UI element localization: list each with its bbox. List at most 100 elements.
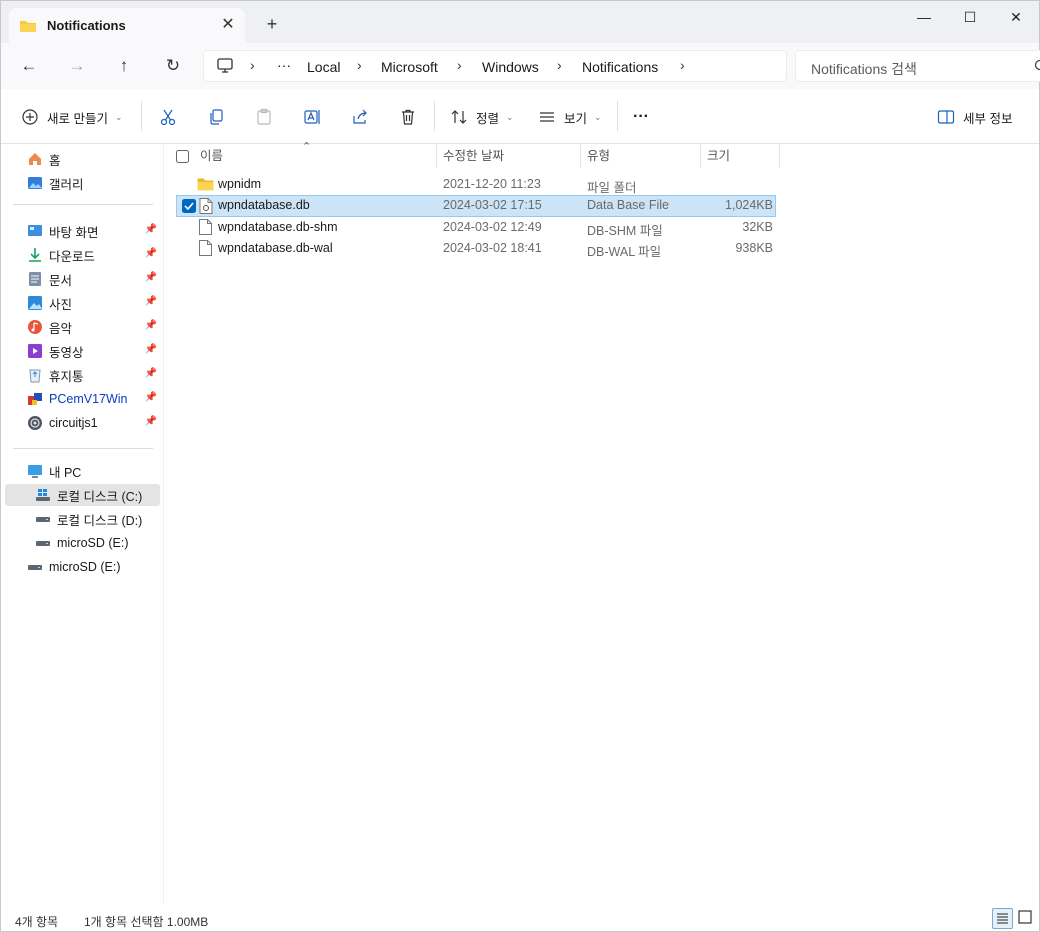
file-icon [199, 219, 212, 238]
pin-icon[interactable]: 📌 [145, 344, 157, 355]
sidebar-item-label: 문서 [49, 273, 73, 288]
toolbar-divider [141, 101, 142, 131]
breadcrumb-microsoft[interactable]: Microsoft [381, 59, 438, 75]
column-header-date[interactable]: 수정한 날짜 [437, 144, 580, 168]
forward-button[interactable]: → [65, 55, 89, 77]
view-button[interactable]: 보기 ⌄ [538, 106, 602, 128]
pin-icon[interactable]: 📌 [145, 272, 157, 283]
delete-button[interactable] [399, 106, 425, 128]
file-row-wpndatabase-db-wal[interactable]: wpndatabase.db-wal 2024-03-02 18:41 DB-W… [176, 238, 776, 259]
column-divider[interactable] [779, 144, 780, 168]
file-type: 파일 폴더 [587, 181, 637, 195]
new-tab-button[interactable]: + [263, 15, 281, 33]
file-name: wpndatabase.db-wal [218, 241, 333, 255]
tab-close-icon[interactable]: ✕ [219, 16, 237, 34]
pin-icon[interactable]: 📌 [145, 224, 157, 235]
file-size: 32KB [742, 220, 773, 234]
sort-button[interactable]: 정렬 ⌄ [450, 106, 514, 128]
sidebar-item-drive-d[interactable]: 로컬 디스크 (D:) [5, 508, 160, 530]
toolbar-divider [617, 101, 618, 131]
address-bar[interactable]: › ··· Local › Microsoft › Windows › Noti… [203, 50, 787, 82]
rename-button[interactable] [303, 106, 329, 128]
sidebar-item-videos[interactable]: 동영상 📌 [5, 340, 160, 362]
minimize-button[interactable]: — [901, 5, 947, 29]
home-icon [27, 151, 43, 167]
select-all-checkbox[interactable] [176, 150, 189, 166]
new-button-label: 새로 만들기 [47, 111, 108, 126]
sidebar-item-music[interactable]: 음악 📌 [5, 316, 160, 338]
details-view-button[interactable] [992, 908, 1013, 929]
sidebar-item-label: microSD (E:) [57, 536, 129, 550]
sidebar-item-microsd-e-root[interactable]: microSD (E:) [5, 556, 160, 578]
sidebar-item-home[interactable]: 홈 [5, 148, 160, 170]
sidebar-item-pcemv17win[interactable]: PCemV17Win 📌 [5, 388, 160, 410]
sidebar-item-drive-c[interactable]: 로컬 디스크 (C:) [5, 484, 160, 506]
chevron-down-icon: ⌄ [506, 111, 514, 122]
file-icon [199, 240, 212, 259]
sidebar-item-label: 로컬 디스크 (D:) [57, 513, 143, 528]
paste-button[interactable] [255, 106, 281, 128]
sidebar-item-documents[interactable]: 문서 📌 [5, 268, 160, 290]
sidebar-item-downloads[interactable]: 다운로드 📌 [5, 244, 160, 266]
chevron-right-icon: › [557, 57, 562, 73]
file-type: DB-SHM 파일 [587, 224, 663, 238]
breadcrumb-overflow[interactable]: ··· [277, 57, 291, 73]
sidebar-item-circuitjs1[interactable]: circuitjs1 📌 [5, 412, 160, 434]
refresh-button[interactable]: ↻ [161, 55, 185, 77]
maximize-button[interactable]: ☐ [947, 5, 993, 29]
breadcrumb-notifications[interactable]: Notifications [582, 59, 658, 75]
drive-c-icon [35, 487, 51, 503]
chevron-right-icon: › [457, 57, 462, 73]
details-pane-label: 세부 정보 [963, 111, 1013, 126]
sidebar-item-microsd-e[interactable]: microSD (E:) [5, 532, 160, 554]
toolbar-divider [434, 101, 435, 131]
sidebar-item-desktop[interactable]: 바탕 화면 📌 [5, 220, 160, 242]
search-input[interactable]: Notifications 검색 [811, 59, 917, 79]
sidebar-item-pictures[interactable]: 사진 📌 [5, 292, 160, 314]
row-checkbox-checked[interactable] [182, 199, 196, 216]
copy-button[interactable] [207, 106, 233, 128]
file-row-wpndatabase-db-shm[interactable]: wpndatabase.db-shm 2024-03-02 12:49 DB-S… [176, 217, 776, 238]
close-button[interactable]: ✕ [993, 5, 1039, 29]
sidebar-item-recycle-bin[interactable]: 휴지통 📌 [5, 364, 160, 386]
pcem-icon [27, 391, 43, 407]
sidebar-item-gallery[interactable]: 갤러리 [5, 172, 160, 194]
column-header-size[interactable]: 크기 [701, 144, 779, 168]
tiles-view-button[interactable] [1017, 909, 1033, 928]
circuitjs-icon [27, 415, 43, 431]
selection-info: 1개 항목 선택함 1.00MB [84, 915, 209, 929]
pin-icon[interactable]: 📌 [145, 416, 157, 427]
cut-button[interactable] [159, 106, 185, 128]
pin-icon[interactable]: 📌 [145, 320, 157, 331]
pin-icon[interactable]: 📌 [145, 248, 157, 259]
view-button-label: 보기 [564, 111, 588, 126]
pin-icon[interactable]: 📌 [145, 392, 157, 403]
list-view-icon [538, 108, 556, 126]
search-box[interactable]: Notifications 검색 [795, 50, 1040, 82]
file-row-wpnidm[interactable]: wpnidm 2021-12-20 11:23 파일 폴더 [176, 174, 776, 195]
column-header-type[interactable]: 유형 [581, 144, 700, 168]
sidebar-item-label: 로컬 디스크 (C:) [57, 489, 143, 504]
pin-icon[interactable]: 📌 [145, 296, 157, 307]
tab-notifications[interactable]: Notifications ✕ [9, 8, 245, 43]
sidebar-item-label: 동영상 [49, 345, 84, 360]
back-button[interactable]: ← [17, 55, 41, 77]
column-header-name[interactable]: 이름 [194, 144, 437, 168]
sidebar-item-this-pc[interactable]: 내 PC [5, 460, 160, 482]
details-pane-button[interactable]: 세부 정보 [937, 106, 1012, 128]
breadcrumb-local[interactable]: Local [307, 59, 340, 75]
new-button[interactable]: 새로 만들기 ⌄ [21, 106, 123, 128]
sort-button-label: 정렬 [476, 111, 500, 126]
folder-icon [19, 19, 37, 33]
breadcrumb-windows[interactable]: Windows [482, 59, 539, 75]
more-options-button[interactable]: ··· [633, 106, 649, 128]
up-button[interactable]: ↑ [112, 55, 136, 77]
file-name: wpndatabase.db [218, 198, 310, 212]
share-icon [351, 108, 369, 126]
copy-icon [207, 108, 225, 126]
share-button[interactable] [351, 106, 377, 128]
pin-icon[interactable]: 📌 [145, 368, 157, 379]
file-row-wpndatabase-db[interactable]: wpndatabase.db 2024-03-02 17:15 Data Bas… [176, 195, 776, 217]
desktop-icon [27, 223, 43, 239]
drive-icon [35, 535, 51, 551]
